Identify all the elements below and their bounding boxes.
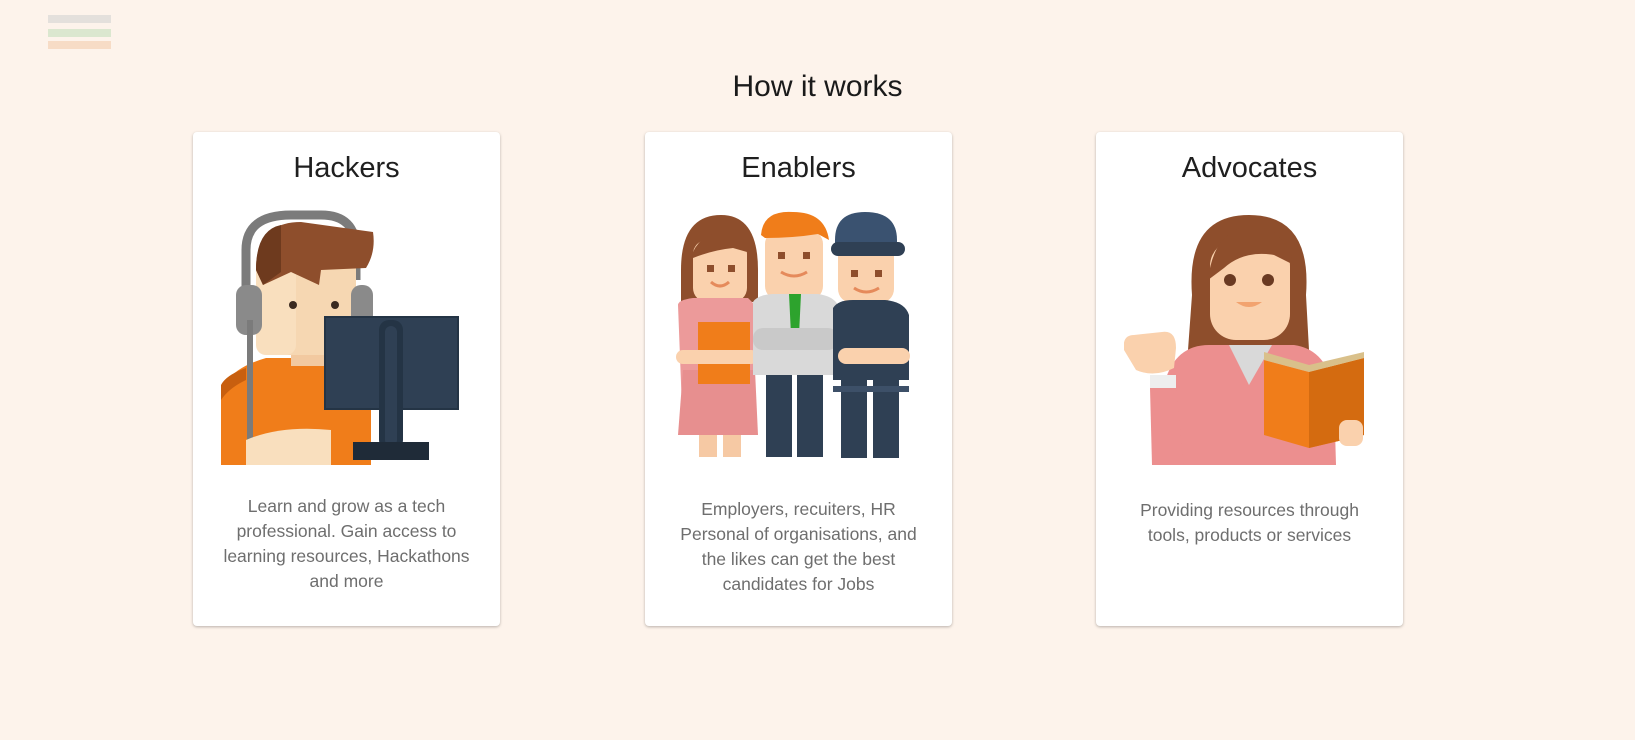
card-title: Advocates: [1181, 152, 1318, 184]
card-description: Employers, recuiters, HR Personal of org…: [680, 499, 917, 594]
card-enablers: Enablers Employers, recuiters, HR Person…: [645, 132, 952, 626]
advocate-illustration: [1124, 215, 1364, 465]
card-hackers: Hackers Learn and grow as a tech profess…: [193, 132, 500, 626]
page: How it works Hackers Learn and grow as a…: [0, 0, 1635, 740]
card-description: Learn and grow as a tech professional. G…: [223, 496, 470, 591]
hacker-illustration: [221, 210, 459, 465]
enablers-illustration: [676, 211, 910, 458]
card-title: Enablers: [741, 152, 856, 184]
section-title: How it works: [732, 70, 903, 103]
menu-bar-middle: [48, 29, 111, 37]
card-description: Providing resources through tools, produ…: [1140, 500, 1359, 545]
menu-bar-top: [48, 15, 111, 23]
menu-bar-bottom: [48, 41, 111, 49]
card-advocates: Advocates Providing resources through to…: [1096, 132, 1403, 626]
menu-button[interactable]: [48, 15, 111, 49]
card-title: Hackers: [293, 152, 400, 184]
